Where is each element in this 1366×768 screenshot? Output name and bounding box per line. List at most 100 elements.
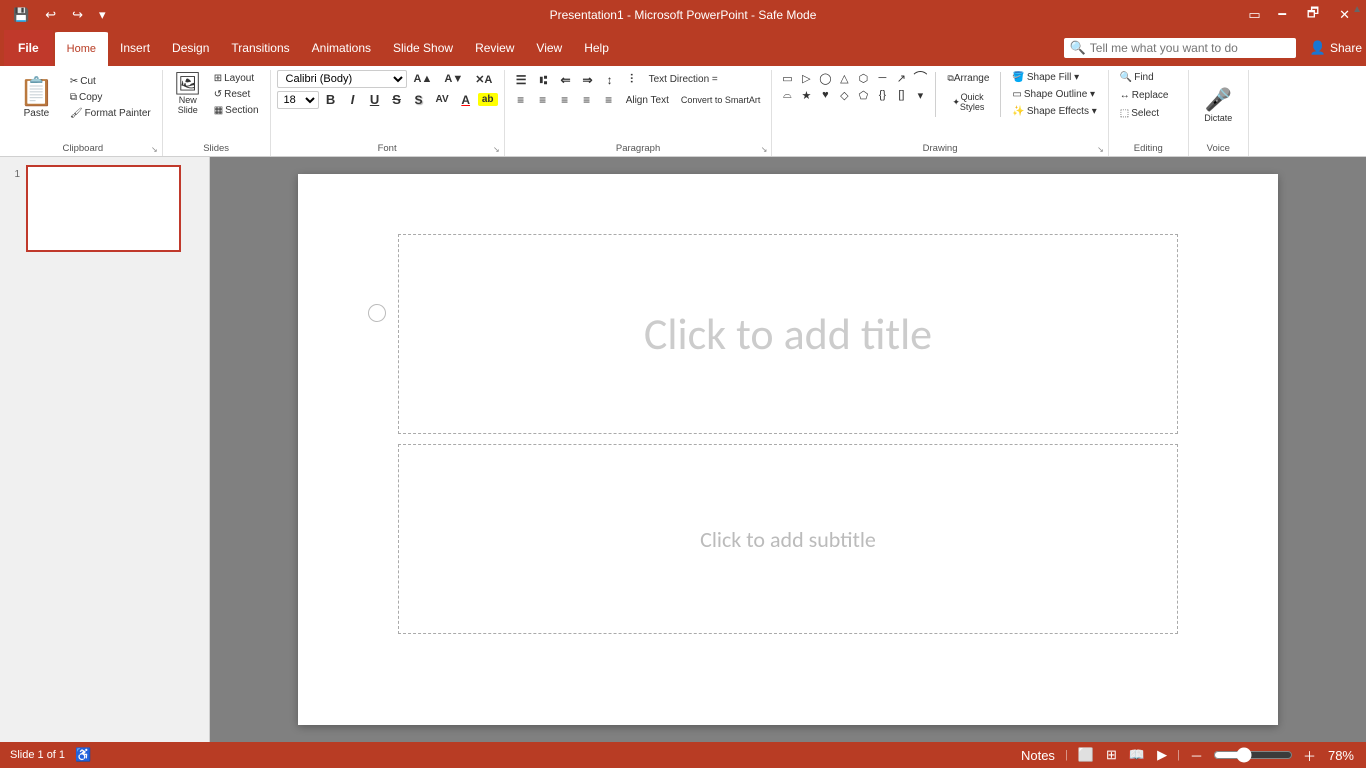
cut-button[interactable]: ✂ Cut xyxy=(65,74,156,89)
replace-button[interactable]: ↔ Replace xyxy=(1115,88,1182,103)
slide-thumbnail-1[interactable] xyxy=(26,165,181,252)
find-button[interactable]: 🔍 Find xyxy=(1115,70,1182,85)
align-right-button[interactable]: ≡ xyxy=(555,91,575,109)
zoom-in-icon[interactable]: ＋ xyxy=(1301,744,1318,767)
section-button[interactable]: ▦ Section xyxy=(209,103,264,118)
customize-qat-icon[interactable]: ▾ xyxy=(94,5,111,25)
restore-down-icon[interactable]: ▭ xyxy=(1243,5,1265,25)
select-button[interactable]: ⬚ Select xyxy=(1115,106,1182,121)
shape-star[interactable]: ★ xyxy=(797,87,815,103)
clear-format-button[interactable]: ✕A xyxy=(470,71,497,88)
shape-fill-button[interactable]: 🪣 Shape Fill ▾ xyxy=(1007,70,1101,85)
tab-design[interactable]: Design xyxy=(162,30,219,66)
tab-review[interactable]: Review xyxy=(465,30,524,66)
tab-animations[interactable]: Animations xyxy=(302,30,381,66)
strikethrough-button[interactable]: S xyxy=(387,90,407,109)
search-input[interactable] xyxy=(1090,41,1290,55)
tab-help[interactable]: Help xyxy=(574,30,619,66)
decrease-font-button[interactable]: A▼ xyxy=(439,71,468,87)
slideshow-icon[interactable]: ▶ xyxy=(1155,745,1169,765)
columns-button[interactable]: ⫶ xyxy=(622,70,642,89)
restore-button[interactable]: 🗗 xyxy=(1299,2,1327,28)
font-size-select[interactable]: 18 xyxy=(277,91,319,109)
slide-sorter-icon[interactable]: ⊞ xyxy=(1104,745,1119,765)
shape-heart[interactable]: ♥ xyxy=(816,87,834,103)
align-left-button[interactable]: ≡ xyxy=(511,91,531,109)
zoom-slider[interactable] xyxy=(1213,747,1293,763)
normal-view-icon[interactable]: ⬜ xyxy=(1076,745,1096,765)
redo-icon[interactable]: ↪ xyxy=(67,5,88,25)
format-painter-button[interactable]: 🖌 Format Painter xyxy=(65,106,156,121)
highlight-button[interactable]: ab xyxy=(478,93,498,106)
slide-canvas[interactable]: Click to add title Click to add subtitle xyxy=(298,174,1278,725)
tab-home[interactable]: Home xyxy=(55,30,108,66)
bullets-button[interactable]: ☰ xyxy=(511,71,532,89)
align-extra-button[interactable]: ≡ xyxy=(599,91,619,109)
align-text-button[interactable]: Align Text xyxy=(621,93,674,108)
font-color-button[interactable]: A xyxy=(456,91,476,109)
paste-button[interactable]: 📋 Paste xyxy=(10,70,63,124)
shape-right-arrow[interactable]: ▷ xyxy=(797,70,815,86)
share-button[interactable]: 👤 Share xyxy=(1310,40,1362,56)
convert-smartart-button[interactable]: Convert to SmartArt xyxy=(676,93,766,107)
reading-view-icon[interactable]: 📖 xyxy=(1127,745,1147,765)
shape-rectangle[interactable]: ▭ xyxy=(778,70,796,86)
accessibility-icon[interactable]: ♿ xyxy=(73,745,93,765)
increase-font-button[interactable]: A▲ xyxy=(409,71,438,87)
dictate-button[interactable]: 🎤 Dictate xyxy=(1199,84,1237,126)
underline-button[interactable]: U xyxy=(365,90,385,109)
shape-callout[interactable]: ⌓ xyxy=(778,87,796,103)
shape-hexagon[interactable]: ⬡ xyxy=(854,70,872,86)
save-icon[interactable]: 💾 xyxy=(8,5,34,25)
shape-arrow-line[interactable]: ↗ xyxy=(892,70,910,86)
quick-styles-button[interactable]: ✦ QuickStyles xyxy=(942,89,994,115)
shape-brace[interactable]: {} xyxy=(873,87,891,103)
shape-triangle[interactable]: △ xyxy=(835,70,853,86)
file-menu-button[interactable]: File xyxy=(4,30,53,66)
indent-less-button[interactable]: ⇐ xyxy=(555,71,575,89)
slide-thumb-1[interactable]: 1 xyxy=(6,165,203,252)
subtitle-placeholder[interactable]: Click to add subtitle xyxy=(398,444,1178,634)
arrange-button[interactable]: ⧉ Arrange xyxy=(942,70,994,87)
layout-button[interactable]: ⊞ Layout xyxy=(209,71,264,86)
tab-transitions[interactable]: Transitions xyxy=(221,30,299,66)
line-spacing-button[interactable]: ↕ xyxy=(600,71,620,89)
title-placeholder[interactable]: Click to add title xyxy=(398,234,1178,434)
tab-view[interactable]: View xyxy=(526,30,572,66)
shadow-button[interactable]: S xyxy=(409,91,429,109)
shape-circle[interactable]: ◯ xyxy=(816,70,834,86)
shape-pentagon[interactable]: ⬠ xyxy=(854,87,872,103)
shape-line[interactable]: ─ xyxy=(873,70,891,86)
zoom-out-icon[interactable]: － xyxy=(1188,744,1205,767)
shape-diamond[interactable]: ◇ xyxy=(835,87,853,103)
search-bar[interactable]: 🔍 xyxy=(1064,38,1296,58)
char-spacing-button[interactable]: AV xyxy=(431,92,454,107)
text-direction-button[interactable]: Text Direction = xyxy=(644,72,723,87)
undo-icon[interactable]: ↩ xyxy=(40,5,61,25)
drawing-dialog-icon[interactable]: ↘ xyxy=(1097,145,1104,154)
shape-curve[interactable]: ⌒ xyxy=(911,70,929,86)
shape-bracket[interactable]: [] xyxy=(892,87,910,103)
justify-button[interactable]: ≡ xyxy=(577,91,597,109)
collapse-ribbon-button[interactable]: ▲ xyxy=(1352,4,1362,15)
bold-button[interactable]: B xyxy=(321,90,341,109)
zoom-level[interactable]: 78% xyxy=(1326,746,1356,765)
clipboard-dialog-icon[interactable]: ↘ xyxy=(151,145,158,154)
copy-button[interactable]: ⧉ Copy xyxy=(65,90,156,105)
tab-slideshow[interactable]: Slide Show xyxy=(383,30,463,66)
shape-outline-button[interactable]: ▭ Shape Outline ▾ xyxy=(1007,87,1101,102)
shape-effects-button[interactable]: ✨ Shape Effects ▾ xyxy=(1007,104,1101,119)
font-name-select[interactable]: Calibri (Body) xyxy=(277,70,407,88)
new-slide-button[interactable]: 🖼 NewSlide xyxy=(169,70,207,118)
font-dialog-icon[interactable]: ↘ xyxy=(493,145,500,154)
indent-more-button[interactable]: ⇒ xyxy=(578,71,598,89)
reset-button[interactable]: ↺ Reset xyxy=(209,87,264,102)
paragraph-dialog-icon[interactable]: ↘ xyxy=(761,145,768,154)
align-center-button[interactable]: ≡ xyxy=(533,91,553,109)
tab-insert[interactable]: Insert xyxy=(110,30,160,66)
italic-button[interactable]: I xyxy=(343,90,363,109)
shape-more[interactable]: ▾ xyxy=(911,87,929,103)
notes-button[interactable]: Notes xyxy=(1019,746,1057,765)
minimize-button[interactable]: 🗕 xyxy=(1270,2,1295,28)
numbering-button[interactable]: ⑆ xyxy=(533,71,553,89)
